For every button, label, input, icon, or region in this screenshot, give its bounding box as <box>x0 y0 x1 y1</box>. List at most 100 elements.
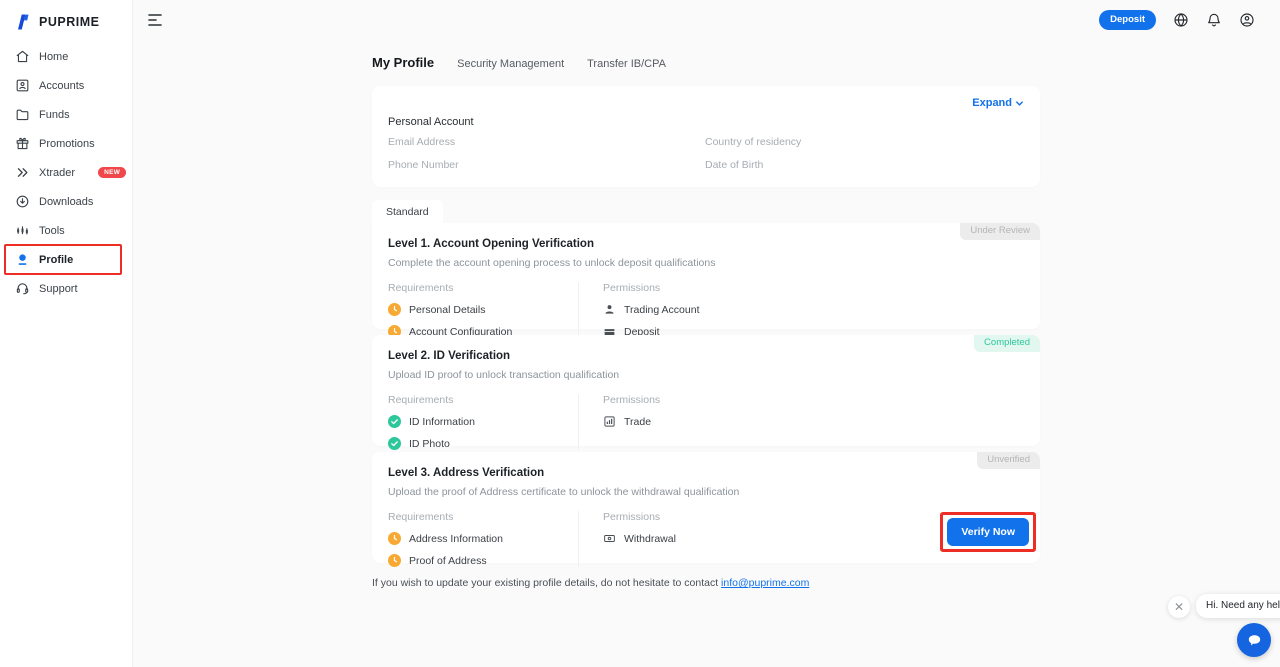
requirement-label: Proof of Address <box>409 555 487 567</box>
expand-label: Expand <box>972 97 1012 109</box>
sidebar-item-promotions[interactable]: Promotions <box>0 129 132 158</box>
field-label-date-of-birth: Date of Birth <box>705 159 1024 171</box>
sidebar-item-home[interactable]: Home <box>0 42 132 71</box>
chat-tooltip-close-button[interactable]: ✕ <box>1168 596 1190 618</box>
done-check-icon <box>388 415 401 428</box>
sidebar-item-tools[interactable]: Tools <box>0 216 132 245</box>
personal-account-card: Expand Personal Account Email AddressCou… <box>372 86 1040 187</box>
status-badge: Under Review <box>960 223 1040 240</box>
permission-trade: Trade <box>603 415 1024 428</box>
topbar-actions: Deposit <box>1099 10 1255 30</box>
done-check-icon <box>388 437 401 450</box>
permissions-header: Permissions <box>603 394 1024 406</box>
level-card-3: UnverifiedLevel 3. Address VerificationU… <box>372 452 1040 563</box>
sidebar-item-profile[interactable]: Profile <box>0 245 132 274</box>
sidebar-item-support[interactable]: Support <box>0 274 132 303</box>
trade-icon <box>603 415 616 428</box>
field-label-country-of-residency: Country of residency <box>705 136 1024 148</box>
puprime-logo[interactable]: PUPRIME <box>0 0 132 34</box>
contact-email-link[interactable]: info@puprime.com <box>721 577 809 589</box>
requirement-address-information: Address Information <box>388 532 578 545</box>
level-title: Level 1. Account Opening Verification <box>388 238 1024 250</box>
level-subtitle: Complete the account opening process to … <box>388 257 1024 269</box>
sidebar-item-label: Profile <box>39 254 73 266</box>
requirements-column: RequirementsAddress InformationProof of … <box>388 511 578 567</box>
level-title: Level 3. Address Verification <box>388 467 1024 479</box>
sidebar-item-accounts[interactable]: Accounts <box>0 71 132 100</box>
sidebar-item-label: Downloads <box>39 196 93 208</box>
sidebar: PUPRIME Home Accounts Funds Promotions Xtrad… <box>0 0 133 667</box>
requirements-column: RequirementsPersonal DetailsAccount Conf… <box>388 282 578 338</box>
sidebar-item-label: Promotions <box>39 138 95 150</box>
status-badge: Completed <box>974 335 1040 352</box>
footer-text: If you wish to update your existing prof… <box>372 577 721 589</box>
level-title: Level 2. ID Verification <box>388 350 1024 362</box>
level-columns: RequirementsID InformationID PhotoPermis… <box>388 394 1024 450</box>
tab-my-profile[interactable]: My Profile <box>372 55 434 70</box>
deposit-button[interactable]: Deposit <box>1099 10 1156 30</box>
profile-tabs: My Profile Security Management Transfer IB… <box>372 55 1040 70</box>
annotation-box: Verify Now <box>940 512 1036 552</box>
permission-label: Trading Account <box>624 304 700 316</box>
funds-icon <box>15 107 30 122</box>
bell-icon[interactable] <box>1206 12 1222 28</box>
pending-clock-icon <box>388 532 401 545</box>
profile-icon <box>15 252 30 267</box>
pending-clock-icon <box>388 303 401 316</box>
sidebar-item-label: Xtrader <box>39 167 75 179</box>
footer-note: If you wish to update your existing prof… <box>372 577 1040 589</box>
promotions-icon <box>15 136 30 151</box>
sidebar-item-label: Tools <box>39 225 65 237</box>
main-area: Deposit My Profile Security Management Tra… <box>133 0 1280 667</box>
requirements-column: Requirements ID Information ID Photo <box>388 394 578 450</box>
permissions-column: Permissions Trade <box>578 394 1024 450</box>
field-label-email-address: Email Address <box>388 136 705 148</box>
permissions-column: PermissionsTrading AccountDeposit <box>578 282 1024 338</box>
level-subtitle: Upload ID proof to unlock transaction qu… <box>388 369 1024 381</box>
tab-standard[interactable]: Standard <box>372 200 443 223</box>
sidebar-item-label: Support <box>39 283 78 295</box>
level-card-1: Under ReviewLevel 1. Account Opening Ver… <box>372 223 1040 329</box>
requirements-header: Requirements <box>388 394 578 406</box>
requirement-label: Address Information <box>409 533 503 545</box>
requirement-id-information: ID Information <box>388 415 578 428</box>
sidebar-collapse-icon[interactable] <box>147 12 165 28</box>
trading-account-icon <box>603 303 616 316</box>
profile-content: My Profile Security Management Transfer IB… <box>372 0 1040 589</box>
chat-tooltip[interactable]: Hi. Need any help? <box>1196 594 1280 618</box>
verify-now-button[interactable]: Verify Now <box>947 518 1029 546</box>
puprime-logo-text: PUPRIME <box>39 15 99 29</box>
personal-account-fields: Email AddressCountry of residencyPhone N… <box>388 136 1024 171</box>
sidebar-item-funds[interactable]: Funds <box>0 100 132 129</box>
home-icon <box>15 49 30 64</box>
personal-account-title: Personal Account <box>388 116 474 128</box>
level-columns: RequirementsAddress InformationProof of … <box>388 511 1024 567</box>
requirement-id-photo: ID Photo <box>388 437 578 450</box>
permissions-header: Permissions <box>603 282 1024 294</box>
user-circle-icon[interactable] <box>1239 12 1255 28</box>
puprime-logo-icon <box>13 12 33 32</box>
requirement-personal-details: Personal Details <box>388 303 578 316</box>
tab-transfer-ib-cpa[interactable]: Transfer IB/CPA <box>587 58 666 70</box>
tools-icon <box>15 223 30 238</box>
requirement-label: ID Information <box>409 416 475 428</box>
support-icon <box>15 281 30 296</box>
chat-launcher-button[interactable] <box>1237 623 1271 657</box>
xtrader-icon <box>15 165 30 180</box>
withdrawal-icon <box>603 532 616 545</box>
sidebar-item-xtrader[interactable]: XtraderNEW <box>0 158 132 187</box>
sidebar-item-label: Funds <box>39 109 70 121</box>
sidebar-item-label: Home <box>39 51 68 63</box>
level-columns: RequirementsPersonal DetailsAccount Conf… <box>388 282 1024 338</box>
globe-icon[interactable] <box>1173 12 1189 28</box>
sidebar-nav: Home Accounts Funds Promotions XtraderNEW Dow… <box>0 42 132 303</box>
downloads-icon <box>15 194 30 209</box>
requirement-label: Personal Details <box>409 304 485 316</box>
expand-link[interactable]: Expand <box>972 97 1024 109</box>
permission-label: Withdrawal <box>624 533 676 545</box>
sidebar-item-label: Accounts <box>39 80 84 92</box>
sidebar-item-downloads[interactable]: Downloads <box>0 187 132 216</box>
requirements-header: Requirements <box>388 282 578 294</box>
tab-security-management[interactable]: Security Management <box>457 58 564 70</box>
level-card-2: CompletedLevel 2. ID Verification Upload … <box>372 335 1040 446</box>
